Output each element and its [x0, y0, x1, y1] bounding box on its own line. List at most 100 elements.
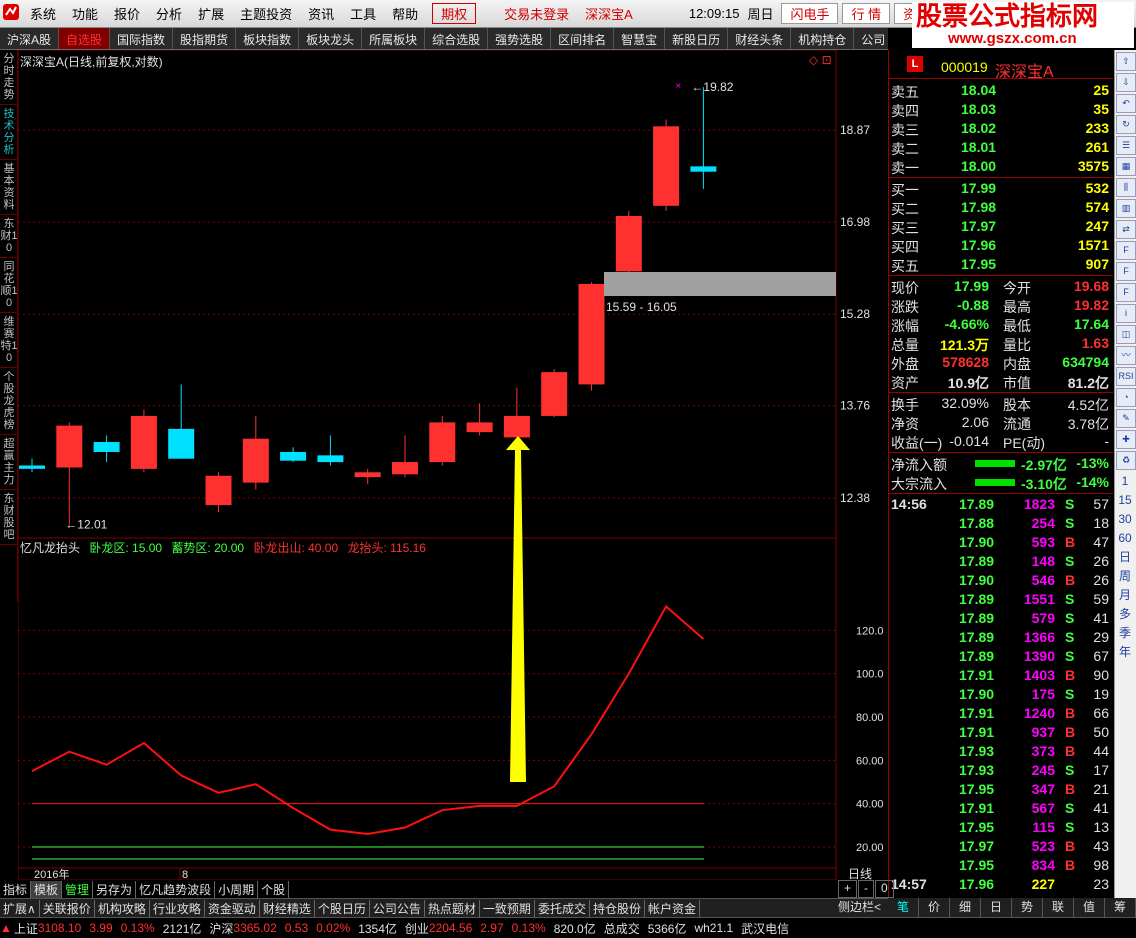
func-tab-8[interactable]: 热点题材 [425, 899, 480, 917]
left-nav-item[interactable]: 技术分析 [0, 105, 18, 160]
sidebar-toggle[interactable]: 侧边栏< [838, 898, 888, 917]
back-icon[interactable]: ↶ [1116, 94, 1136, 113]
right-tab-4[interactable]: 势 [1012, 898, 1043, 917]
cy-label[interactable]: 创业 [405, 920, 429, 937]
period-3[interactable]: 60 [1115, 529, 1135, 548]
tab-6[interactable]: 所属板块 [362, 28, 426, 49]
chart-icon[interactable]: ◫ [1116, 325, 1136, 344]
tab-11[interactable]: 新股日历 [665, 28, 729, 49]
menu-item[interactable]: 工具 [342, 4, 384, 23]
func-tab-11[interactable]: 持仓股份 [590, 899, 645, 917]
func-tab-9[interactable]: 一致预期 [480, 899, 535, 917]
left-nav-item[interactable]: 个股龙虎榜 [0, 368, 18, 435]
func-tab-4[interactable]: 资金驱动 [205, 899, 260, 917]
func-tab-0[interactable]: 扩展∧ [0, 899, 40, 917]
func-tab-12[interactable]: 帐户资金 [645, 899, 700, 917]
indicator-tab-3[interactable]: 另存为 [93, 880, 137, 898]
compare-icon[interactable]: ⇄ [1116, 220, 1136, 239]
func-tab-5[interactable]: 财经精选 [260, 899, 315, 917]
line-icon[interactable]: 〰 [1116, 346, 1136, 365]
refresh-icon[interactable]: ↻ [1116, 115, 1136, 134]
flash-button[interactable]: 闪电手 [781, 3, 839, 24]
trade-status[interactable]: 交易未登录 [496, 4, 577, 23]
left-nav-item[interactable]: 东财10 [0, 215, 18, 258]
menu-item[interactable]: 功能 [64, 4, 106, 23]
left-nav-item[interactable]: 基本资料 [0, 160, 18, 215]
pie-icon[interactable]: ◔ [1116, 388, 1136, 407]
right-tab-3[interactable]: 日 [981, 898, 1012, 917]
right-tab-1[interactable]: 价 [919, 898, 950, 917]
f10-icon[interactable]: F [1116, 241, 1136, 260]
tab-7[interactable]: 综合选股 [425, 28, 489, 49]
tab-9[interactable]: 区间排名 [551, 28, 615, 49]
quote-button[interactable]: 行 情 [842, 3, 891, 24]
period-6[interactable]: 月 [1115, 586, 1135, 605]
bar-icon[interactable]: ▥ [1116, 199, 1136, 218]
tab-0[interactable]: 沪深A股 [0, 28, 60, 49]
down-arrow-icon[interactable]: ⇩ [1116, 73, 1136, 92]
left-nav-item[interactable]: 维赛特10 [0, 313, 18, 368]
cross-icon[interactable]: ✚ [1116, 430, 1136, 449]
period-1[interactable]: 15 [1115, 491, 1135, 510]
tab-4[interactable]: 板块指数 [236, 28, 300, 49]
f12-icon[interactable]: F [1116, 262, 1136, 281]
left-nav-item[interactable]: 分时走势 [0, 50, 18, 105]
func-tab-7[interactable]: 公司公告 [370, 899, 425, 917]
period-4[interactable]: 日 [1115, 548, 1135, 567]
indicator-tab-4[interactable]: 忆凡趋势波段 [136, 880, 216, 898]
indicator-tab-2[interactable]: 管理 [62, 880, 94, 898]
left-nav-item[interactable]: 东财股吧 [0, 490, 18, 545]
tab-10[interactable]: 智慧宝 [614, 28, 666, 49]
zoom-in-button[interactable]: + [838, 880, 858, 898]
chart-area[interactable]: 18.87 16.98 15.28 13.76 12.38 120.0 100.0 80.0… [18, 50, 888, 880]
tab-3[interactable]: 股指期货 [173, 28, 237, 49]
period-5[interactable]: 周 [1115, 567, 1135, 586]
func-tab-1[interactable]: 关联报价 [40, 899, 95, 917]
func-tab-6[interactable]: 个股日历 [315, 899, 370, 917]
func-tab-10[interactable]: 委托成交 [535, 899, 590, 917]
right-tab-2[interactable]: 细 [950, 898, 981, 917]
up-arrow-icon[interactable]: ⇧ [1116, 52, 1136, 71]
kline-icon[interactable]: ⫼ [1116, 178, 1136, 197]
period-label[interactable]: 日线 [848, 867, 872, 880]
tab-12[interactable]: 财经头条 [728, 28, 792, 49]
func-tab-2[interactable]: 机构攻略 [95, 899, 150, 917]
left-nav-item[interactable]: 同花顺10 [0, 258, 18, 313]
period-2[interactable]: 30 [1115, 510, 1135, 529]
pencil-icon[interactable]: ✎ [1116, 409, 1136, 428]
sz-label[interactable]: 沪深 [209, 920, 233, 937]
grid-icon[interactable]: ▦ [1116, 157, 1136, 176]
menu-item[interactable]: 系统 [22, 4, 64, 23]
period-7[interactable]: 多 [1115, 605, 1135, 624]
tab-14[interactable]: 公司 [854, 28, 888, 49]
menu-item[interactable]: 扩展 [190, 4, 232, 23]
left-nav-item[interactable]: 超赢主力 [0, 435, 18, 490]
period-0[interactable]: 1 [1115, 472, 1135, 491]
recycle-icon[interactable]: ♻ [1116, 451, 1136, 470]
list-icon[interactable]: ☰ [1116, 136, 1136, 155]
tab-13[interactable]: 机构持仓 [791, 28, 855, 49]
right-tab-0[interactable]: 笔 [888, 898, 919, 917]
indicator-tab-0[interactable]: 指标 [0, 880, 32, 898]
chart-settings-icon[interactable]: ◇ ⊡ [809, 53, 832, 67]
menu-item[interactable]: 分析 [148, 4, 190, 23]
period-9[interactable]: 年 [1115, 643, 1135, 662]
indicator-tab-1[interactable]: 模板 [31, 880, 63, 898]
menu-item[interactable]: 资讯 [300, 4, 342, 23]
zoom-out-button[interactable]: - [858, 880, 875, 898]
tab-1[interactable]: 自选股 [59, 28, 111, 49]
tab-5[interactable]: 板块龙头 [299, 28, 363, 49]
right-tab-7[interactable]: 筹 [1105, 898, 1136, 917]
rsi-icon[interactable]: RSI [1116, 367, 1136, 386]
menu-item[interactable]: 报价 [106, 4, 148, 23]
tab-2[interactable]: 国际指数 [110, 28, 174, 49]
indicator-tab-6[interactable]: 个股 [258, 880, 290, 898]
indicator-tab-5[interactable]: 小周期 [215, 880, 259, 898]
info-icon[interactable]: i [1116, 304, 1136, 323]
menu-futures[interactable]: 期权 [432, 3, 477, 24]
right-tab-6[interactable]: 值 [1074, 898, 1105, 917]
menu-item[interactable]: 主题投资 [232, 4, 300, 23]
period-8[interactable]: 季 [1115, 624, 1135, 643]
sh-label[interactable]: 上证 [14, 920, 38, 937]
tab-8[interactable]: 强势选股 [488, 28, 552, 49]
